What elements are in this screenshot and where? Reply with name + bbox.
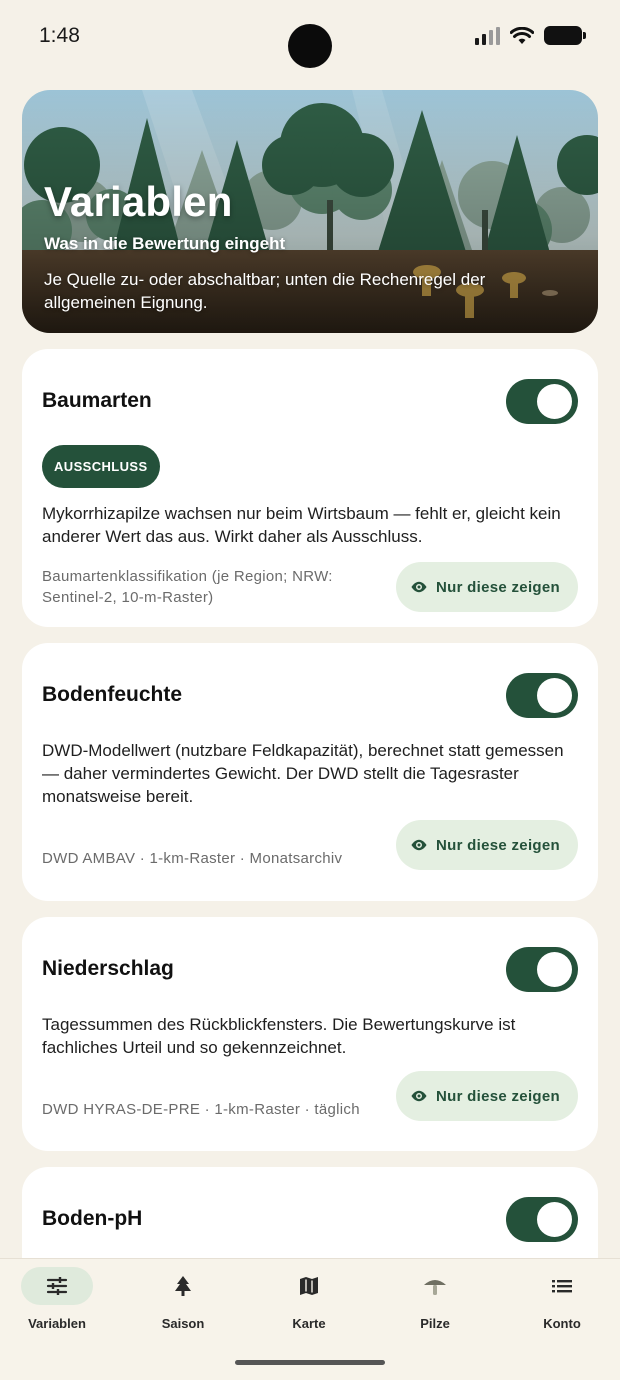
hero-banner: Variablen Was in die Bewertung eingeht J… — [22, 90, 598, 333]
show-only-label: Nur diese zeigen — [435, 578, 560, 596]
show-only-button[interactable]: Nur diese zeigen — [395, 1071, 578, 1121]
nav-label: Konto — [543, 1316, 581, 1331]
variable-title: Baumarten — [42, 389, 152, 412]
variable-card-boden-ph: Boden-pH — [22, 1167, 598, 1258]
page-description: Je Quelle zu- oder abschaltbar; unten di… — [44, 270, 486, 312]
show-only-label: Nur diese zeigen — [435, 1087, 560, 1105]
variable-description: Mykorrhizapilze wachsen nur beim Wirtsba… — [42, 504, 561, 546]
show-only-button[interactable]: Nur diese zeigen — [395, 562, 578, 612]
map-icon — [300, 1277, 318, 1295]
variable-description: Tagessummen des Rückblickfensters. Die B… — [42, 1015, 516, 1057]
camera-cutout — [288, 24, 332, 68]
show-only-label: Nur diese zeigen — [435, 836, 560, 854]
toggle-knob — [537, 383, 572, 419]
nav-tab-variablen[interactable]: Variablen — [0, 1267, 119, 1343]
toggle-knob — [537, 951, 572, 987]
exclusion-badge: AUSSCHLUSS — [42, 445, 160, 488]
page-title: Variablen — [44, 178, 233, 225]
nav-tab-karte[interactable]: Karte — [247, 1267, 371, 1343]
variable-title: Bodenfeuchte — [42, 683, 183, 706]
nav-label: Variablen — [28, 1316, 86, 1331]
toggle-knob — [537, 677, 572, 713]
tree-icon — [175, 1276, 191, 1296]
status-bar: 1:48 — [0, 0, 620, 80]
page-subtitle: Was in die Bewertung eingeht — [44, 234, 286, 253]
variable-card-bodenfeuchte: Bodenfeuchte DWD-Modellwert (nutzbare Fe… — [22, 643, 598, 901]
toggle-knob — [537, 1201, 572, 1237]
variable-title: Niederschlag — [42, 957, 174, 980]
sliders-icon — [46, 1277, 68, 1295]
nav-label: Pilze — [420, 1316, 450, 1331]
mushroom-icon — [424, 1280, 446, 1295]
nav-active-indicator — [21, 1267, 93, 1305]
signal-icon — [475, 26, 500, 45]
variable-card-niederschlag: Niederschlag Tagessummen des Rückblickfe… — [22, 917, 598, 1151]
show-only-button[interactable]: Nur diese zeigen — [395, 820, 578, 870]
status-icons — [475, 26, 586, 45]
nav-label: Saison — [161, 1316, 205, 1331]
variable-description: DWD-Modellwert (nutzbare Feldkapazität),… — [42, 741, 564, 806]
nav-label: Karte — [292, 1316, 326, 1331]
battery-icon — [544, 26, 586, 45]
variable-toggle[interactable] — [506, 1196, 578, 1242]
eye-icon — [411, 581, 427, 593]
variable-source: DWD AMBAV · 1-km-Raster · Monatsarchiv — [42, 849, 343, 867]
nav-tab-saison[interactable]: Saison — [121, 1267, 245, 1343]
status-time: 1:48 — [39, 24, 80, 47]
variable-card-baumarten: Baumarten AUSSCHLUSS Mykorrhizapilze wac… — [22, 349, 598, 627]
variable-title: Boden-pH — [42, 1207, 143, 1230]
wifi-icon — [510, 26, 534, 44]
nav-tab-pilze[interactable]: Pilze — [373, 1267, 497, 1343]
variable-toggle[interactable] — [506, 946, 578, 992]
content-scroll[interactable]: Variablen Was in die Bewertung eingeht J… — [22, 90, 598, 1258]
eye-icon — [411, 1090, 427, 1102]
variable-toggle[interactable] — [506, 378, 578, 424]
home-indicator[interactable] — [235, 1360, 385, 1365]
hero-text: Variablen Was in die Bewertung eingeht J… — [44, 178, 558, 314]
nav-tab-konto[interactable]: Konto — [500, 1267, 620, 1343]
variable-source: DWD HYRAS-DE-PRE · 1-km-Raster · täglich — [42, 1100, 360, 1118]
eye-icon — [411, 839, 427, 851]
variable-toggle[interactable] — [506, 672, 578, 718]
variable-source: Baumartenklassifikation (je Region; NRW:… — [42, 568, 333, 606]
list-icon — [552, 1280, 572, 1293]
